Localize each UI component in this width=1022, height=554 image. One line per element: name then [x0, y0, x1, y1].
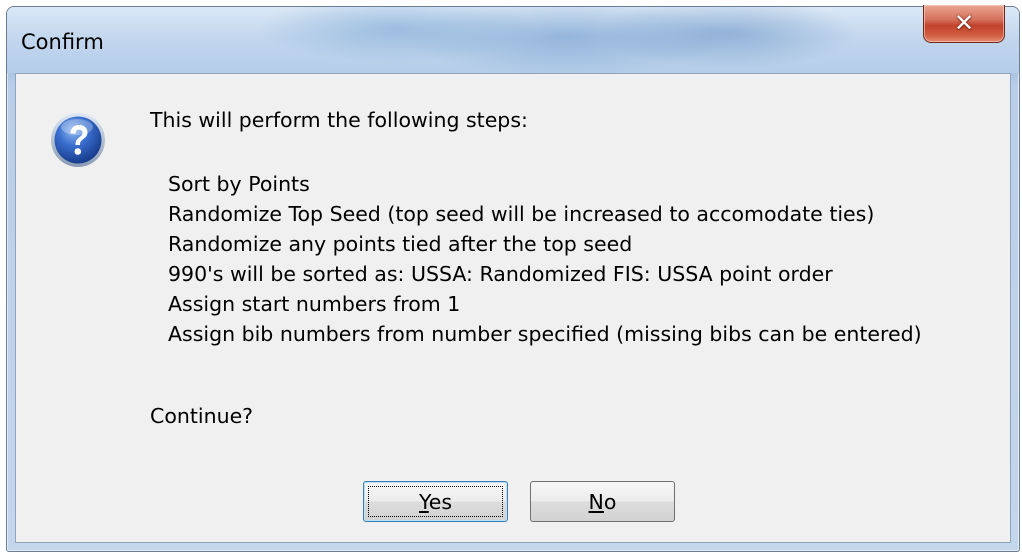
close-button[interactable]: ✕ [923, 5, 1005, 43]
yes-mnemonic: Y [418, 489, 429, 514]
step-item: 990's will be sorted as: USSA: Randomize… [168, 262, 833, 286]
yes-button[interactable]: Yes [363, 481, 508, 522]
steps-list: Sort by Points Randomize Top Seed (top s… [168, 169, 922, 349]
window-title: Confirm [21, 30, 104, 54]
no-button-label: No [589, 490, 617, 514]
no-mnemonic: N [588, 489, 604, 514]
step-item: Randomize any points tied after the top … [168, 232, 633, 256]
title-bar[interactable]: Confirm ✕ [7, 5, 1019, 73]
close-icon: ✕ [953, 8, 975, 37]
no-label-rest: o [603, 489, 617, 514]
message-intro: This will perform the following steps: [150, 108, 528, 132]
continue-prompt: Continue? [150, 404, 254, 428]
step-item: Sort by Points [168, 172, 310, 196]
step-item: Assign bib numbers from number specified… [168, 322, 922, 346]
no-button[interactable]: No [530, 481, 675, 522]
yes-label-rest: es [428, 489, 453, 514]
confirm-dialog: Confirm ✕ This will perform the followin… [6, 5, 1020, 552]
question-icon [51, 113, 105, 167]
yes-button-label: Yes [419, 490, 452, 514]
dialog-body: This will perform the following steps: S… [15, 73, 1011, 543]
step-item: Randomize Top Seed (top seed will be inc… [168, 202, 875, 226]
step-item: Assign start numbers from 1 [168, 292, 461, 316]
